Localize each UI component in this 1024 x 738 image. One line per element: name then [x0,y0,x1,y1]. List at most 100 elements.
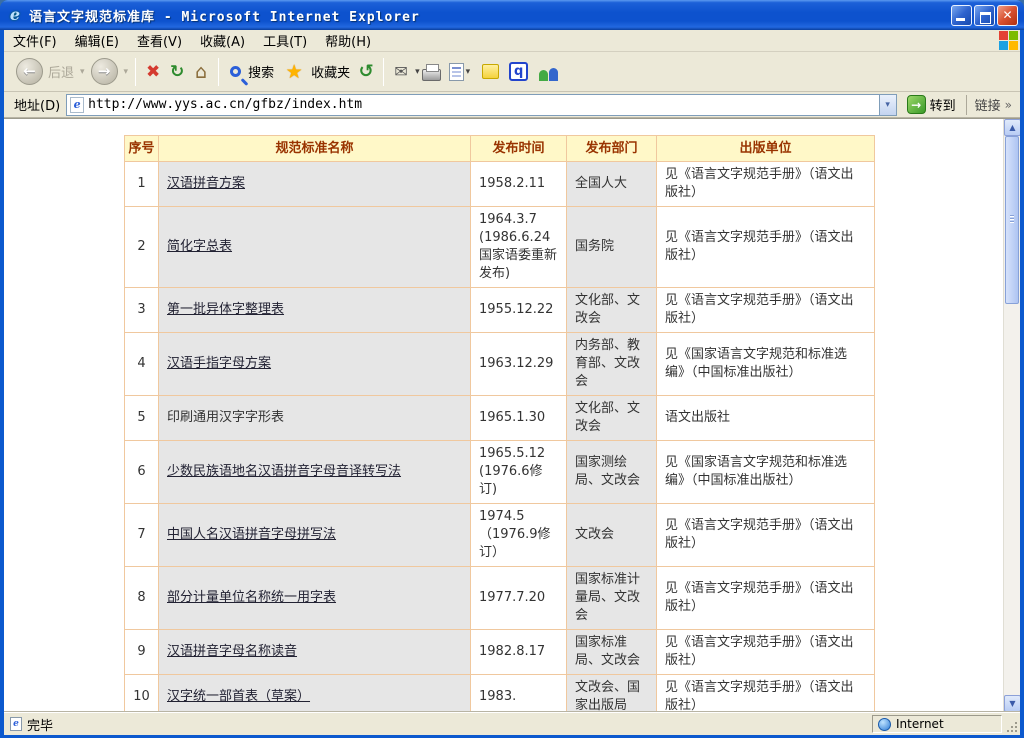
standard-link[interactable]: 第一批异体字整理表 [167,302,284,317]
stop-button[interactable]: ✖ [141,60,165,84]
menu-item[interactable]: 查看(V) [128,28,191,53]
table-row: 5印刷通用汉字字形表1965.1.30文化部、文改会语文出版社 [125,396,875,441]
toolbar-separator [383,58,384,86]
standard-link[interactable]: 中国人名汉语拼音字母拼写法 [167,527,336,542]
column-header: 发布部门 [567,136,657,162]
close-button[interactable]: ✕ [997,5,1018,26]
zone-label: Internet [896,717,944,731]
menu-item[interactable]: 帮助(H) [316,28,380,53]
standard-link[interactable]: 汉语手指字母方案 [167,356,271,371]
address-dropdown[interactable]: ▾ [879,95,896,115]
toolbar-separator [135,58,136,86]
status-bar: e 完毕 Internet [4,712,1020,735]
toolbar-separator [218,58,219,86]
address-label: 地址(D) [8,95,66,114]
standard-link[interactable]: 简化字总表 [167,239,232,254]
column-header: 出版单位 [657,136,875,162]
search-button[interactable]: 搜索 [224,60,278,83]
column-header: 发布时间 [471,136,567,162]
standard-name-cell: 印刷通用汉字字形表 [159,396,471,441]
go-arrow-icon: → [907,95,926,114]
back-label: 后退 [48,62,74,81]
browser-window: e 语言文字规范标准库 - Microsoft Internet Explore… [0,0,1024,738]
table-header-row: 序号规范标准名称发布时间发布部门出版单位 [125,136,875,162]
address-bar: 地址(D) e http://www.yys.ac.cn/gfbz/index.… [4,92,1020,118]
vertical-scrollbar[interactable]: ▲ ▼ [1003,119,1020,712]
standard-name-cell: 第一批异体字整理表 [159,288,471,333]
back-dropdown[interactable]: ▾ [78,67,87,77]
discuss-note-icon[interactable] [482,64,499,79]
column-header: 序号 [125,136,159,162]
menu-bar: 文件(F)编辑(E)查看(V)收藏(A)工具(T)帮助(H) [4,30,1020,52]
standards-table: 序号规范标准名称发布时间发布部门出版单位 1汉语拼音方案1958.2.11全国人… [124,135,875,712]
column-header: 规范标准名称 [159,136,471,162]
standard-name-cell: 简化字总表 [159,207,471,288]
standard-link[interactable]: 汉语拼音字母名称读音 [167,644,297,659]
resize-grip[interactable] [1015,730,1017,732]
table-row: 6少数民族语地名汉语拼音字母音译转写法1965.5.12 (1976.6修订)国… [125,441,875,504]
ie-window-icon: e [6,6,24,24]
forward-button[interactable]: → [87,56,122,87]
menu-item[interactable]: 工具(T) [254,28,316,53]
scroll-down-button[interactable]: ▼ [1004,695,1020,712]
mail-button[interactable]: ✉ [389,60,413,84]
links-chevron-icon[interactable]: » [1005,98,1012,112]
table-row: 3第一批异体字整理表1955.12.22文化部、文改会见《语言文字规范手册》（语… [125,288,875,333]
standard-link[interactable]: 汉语拼音方案 [167,176,245,191]
status-text: 完毕 [27,715,872,734]
menu-item[interactable]: 收藏(A) [191,28,254,53]
standard-link[interactable]: 少数民族语地名汉语拼音字母音译转写法 [167,464,401,479]
standard-buttons-toolbar: ← 后退 ▾ → ▾ ✖ ↻ ⌂ 搜索 ★ 收藏夹 ↺ ✉ ▾ ▾ q [4,52,1020,92]
refresh-button[interactable]: ↻ [165,60,189,84]
standard-link[interactable]: 部分计量单位名称统一用字表 [167,590,336,605]
standard-name-cell: 汉字统一部首表（草案） [159,675,471,713]
windows-logo-icon [999,31,1019,51]
go-label: 转到 [930,95,956,114]
links-label: 链接 [975,95,1001,114]
messenger-icon[interactable] [538,63,560,81]
menu-item[interactable]: 文件(F) [4,28,66,53]
window-title: 语言文字规范标准库 - Microsoft Internet Explorer [29,6,951,25]
url-text: http://www.yys.ac.cn/gfbz/index.htm [88,97,878,112]
favorites-label: 收藏夹 [311,62,350,81]
home-button[interactable]: ⌂ [189,60,213,84]
minimize-button[interactable] [951,5,972,26]
restore-button[interactable] [974,5,995,26]
q-plugin-icon[interactable]: q [509,62,528,81]
scroll-up-button[interactable]: ▲ [1004,119,1020,136]
mail-dropdown[interactable]: ▾ [413,67,422,77]
standard-name-cell: 汉语拼音字母名称读音 [159,630,471,675]
window-controls: ✕ [951,5,1018,26]
status-page-icon: e [10,717,22,731]
page-icon: e [70,97,84,113]
print-button[interactable] [422,69,441,81]
forward-dropdown[interactable]: ▾ [122,67,131,77]
security-zone-panel: Internet [872,715,1002,733]
go-button[interactable]: → 转到 [901,94,962,115]
standard-name-cell: 部分计量单位名称统一用字表 [159,567,471,630]
menu-item[interactable]: 编辑(E) [66,28,128,53]
page-content: 序号规范标准名称发布时间发布部门出版单位 1汉语拼音方案1958.2.11全国人… [4,118,1020,712]
table-row: 1汉语拼音方案1958.2.11全国人大见《语言文字规范手册》（语文出版社） [125,162,875,207]
standards-table-body: 1汉语拼音方案1958.2.11全国人大见《语言文字规范手册》（语文出版社）2简… [125,162,875,713]
menu-items: 文件(F)编辑(E)查看(V)收藏(A)工具(T)帮助(H) [4,28,999,53]
scrollbar-thumb[interactable] [1005,136,1019,304]
favorites-star-icon: ★ [282,60,306,84]
back-button[interactable]: ← 后退 [12,56,78,87]
table-row: 9汉语拼音字母名称读音1982.8.17国家标准局、文改会见《语言文字规范手册》… [125,630,875,675]
edit-dropdown[interactable]: ▾ [464,67,473,77]
table-row: 4汉语手指字母方案1963.12.29内务部、教育部、文改会见《国家语言文字规范… [125,333,875,396]
standard-name-cell: 中国人名汉语拼音字母拼写法 [159,504,471,567]
table-row: 8部分计量单位名称统一用字表1977.7.20国家标准计量局、文改会见《语言文字… [125,567,875,630]
standard-link[interactable]: 汉字统一部首表（草案） [167,689,310,704]
forward-icon: → [91,58,118,85]
history-button[interactable]: ↺ [354,60,378,84]
standard-name-cell: 汉语手指字母方案 [159,333,471,396]
title-bar: e 语言文字规范标准库 - Microsoft Internet Explore… [0,0,1024,30]
favorites-button[interactable]: ★ 收藏夹 [278,58,354,86]
address-input[interactable]: e http://www.yys.ac.cn/gfbz/index.htm ▾ [66,94,896,116]
table-row: 2简化字总表1964.3.7 (1986.6.24国家语委重新发布)国务院见《语… [125,207,875,288]
edit-button[interactable] [449,63,464,81]
table-row: 10汉字统一部首表（草案）1983.文改会、国家出版局见《语言文字规范手册》（语… [125,675,875,713]
standard-name-cell: 汉语拼音方案 [159,162,471,207]
